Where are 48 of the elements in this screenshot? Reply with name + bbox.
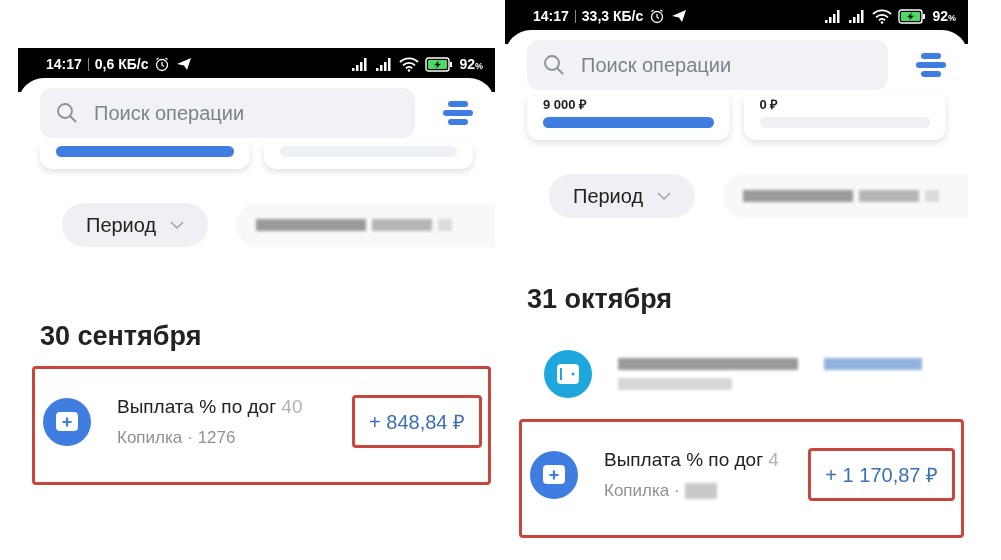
- card-amount: 9 000 ₽: [543, 98, 589, 111]
- signal-icon: [351, 57, 370, 71]
- menu-icon[interactable]: [443, 100, 473, 126]
- alarm-icon: [649, 8, 666, 24]
- alarm-icon: [154, 56, 171, 72]
- status-time: 14:17: [533, 8, 569, 24]
- summary-card[interactable]: 9 000 ₽: [527, 96, 730, 140]
- wallet-icon: [544, 350, 592, 398]
- piggy-box-icon: [43, 397, 91, 446]
- search-field[interactable]: Поиск операции: [40, 88, 415, 138]
- wifi-icon: [399, 56, 420, 72]
- date-heading: 31 октября: [527, 284, 674, 315]
- transaction-row[interactable]: Выплата % по дог 40 Копилка · 1276 + 848,84 ₽: [32, 366, 491, 485]
- status-time: 14:17: [46, 56, 82, 72]
- transaction-row[interactable]: Выплата % по дог 4 Копилка · + 1 170,87 ₽: [519, 419, 964, 538]
- transaction-title: Выплата % по дог 40: [117, 395, 304, 418]
- summary-card[interactable]: [40, 144, 250, 169]
- battery-charging-icon: [425, 56, 454, 72]
- date-heading: 30 сентября: [40, 321, 203, 352]
- paper-plane-icon: [176, 57, 193, 71]
- battery-charging-icon: [898, 8, 927, 24]
- search-icon: [543, 54, 565, 76]
- wifi-icon: [872, 8, 893, 24]
- paper-plane-icon: [671, 9, 688, 23]
- transaction-title: Выплата % по дог 4: [604, 448, 780, 471]
- blurred-filter-chip[interactable]: [723, 174, 968, 218]
- search-field[interactable]: Поиск операции: [527, 40, 888, 90]
- chevron-down-icon: [170, 221, 185, 229]
- piggy-box-icon: [530, 450, 578, 499]
- signal-icon: [848, 9, 867, 23]
- battery-percent: 92%: [932, 8, 956, 24]
- menu-icon[interactable]: [916, 52, 946, 78]
- transaction-amount: + 848,84 ₽: [352, 395, 482, 448]
- signal-icon: [375, 57, 394, 71]
- search-icon: [56, 102, 78, 124]
- network-speed: 0,6 КБ/с: [94, 56, 149, 72]
- transaction-amount: + 1 170,87 ₽: [808, 448, 955, 501]
- period-filter[interactable]: Период: [549, 174, 696, 218]
- account-number: · 1276: [187, 427, 236, 448]
- battery-percent: 92%: [459, 56, 483, 72]
- card-amount: 0 ₽: [759, 98, 780, 111]
- period-filter[interactable]: Период: [62, 203, 209, 247]
- signal-icon: [824, 9, 843, 23]
- transaction-category: Копилка: [117, 427, 183, 448]
- network-speed: 33,3 КБ/с: [581, 8, 644, 24]
- blurred-filter-chip[interactable]: [236, 203, 495, 247]
- chevron-down-icon: [657, 192, 672, 200]
- transaction-category: Копилка ·: [604, 480, 680, 501]
